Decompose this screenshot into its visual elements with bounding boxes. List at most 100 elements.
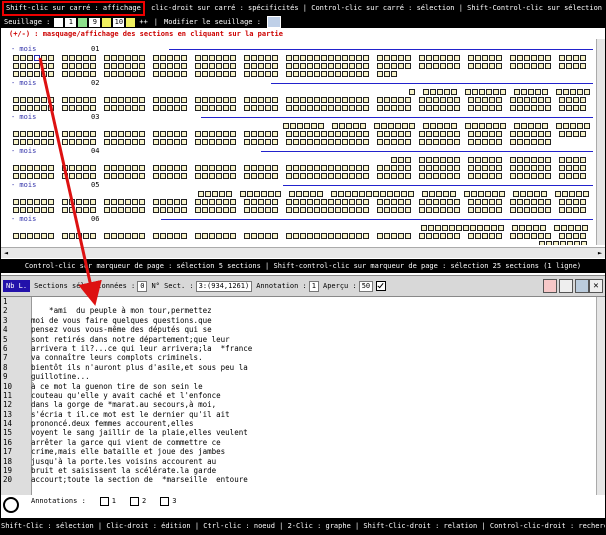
section-square[interactable] (468, 97, 474, 103)
section-square[interactable] (160, 105, 166, 111)
section-square[interactable] (174, 207, 180, 213)
section-square[interactable] (62, 105, 68, 111)
section-square[interactable] (335, 97, 341, 103)
annotation-box-2[interactable] (130, 496, 140, 506)
section-square[interactable] (20, 97, 26, 103)
section-square[interactable] (20, 131, 26, 137)
section-square[interactable] (356, 131, 362, 137)
section-square[interactable] (307, 139, 313, 145)
section-square[interactable] (202, 105, 208, 111)
section-square[interactable] (258, 165, 264, 171)
section-square[interactable] (209, 173, 215, 179)
section-square[interactable] (307, 233, 313, 239)
section-square[interactable] (240, 191, 246, 197)
section-square[interactable] (174, 63, 180, 69)
section-square[interactable] (230, 165, 236, 171)
section-square[interactable] (181, 105, 187, 111)
section-square[interactable] (398, 173, 404, 179)
section-square[interactable] (167, 173, 173, 179)
section-square[interactable] (545, 105, 551, 111)
section-square[interactable] (422, 191, 428, 197)
section-square[interactable] (118, 233, 124, 239)
section-square[interactable] (244, 165, 250, 171)
section-square[interactable] (482, 199, 488, 205)
section-square[interactable] (198, 191, 204, 197)
section-square[interactable] (559, 131, 565, 137)
section-square[interactable] (230, 63, 236, 69)
section-square[interactable] (349, 105, 355, 111)
section-square[interactable] (125, 55, 131, 61)
section-square[interactable] (251, 97, 257, 103)
section-square[interactable] (433, 165, 439, 171)
section-square[interactable] (580, 131, 586, 137)
section-square[interactable] (90, 63, 96, 69)
section-square[interactable] (69, 97, 75, 103)
section-square[interactable] (437, 89, 443, 95)
section-square[interactable] (181, 139, 187, 145)
section-square[interactable] (512, 225, 518, 231)
section-square[interactable] (436, 191, 442, 197)
section-square[interactable] (384, 173, 390, 179)
section-square[interactable] (265, 63, 271, 69)
section-square[interactable] (48, 173, 54, 179)
section-square[interactable] (535, 123, 541, 129)
section-square[interactable] (538, 173, 544, 179)
section-square[interactable] (48, 165, 54, 171)
section-square[interactable] (335, 55, 341, 61)
section-square[interactable] (573, 55, 579, 61)
section-square[interactable] (76, 199, 82, 205)
section-square[interactable] (216, 173, 222, 179)
annotation-box-3[interactable] (160, 496, 170, 506)
section-square[interactable] (384, 71, 390, 77)
section-square[interactable] (111, 207, 117, 213)
section-square[interactable] (447, 173, 453, 179)
section-square[interactable] (468, 55, 474, 61)
section-square[interactable] (230, 173, 236, 179)
section-square[interactable] (34, 233, 40, 239)
section-square[interactable] (356, 63, 362, 69)
section-square[interactable] (384, 55, 390, 61)
section-square[interactable] (342, 207, 348, 213)
section-square[interactable] (153, 71, 159, 77)
section-square[interactable] (499, 191, 505, 197)
section-square[interactable] (475, 105, 481, 111)
section-square[interactable] (76, 173, 82, 179)
section-square[interactable] (510, 207, 516, 213)
section-square[interactable] (489, 131, 495, 137)
section-square[interactable] (181, 55, 187, 61)
section-square[interactable] (538, 139, 544, 145)
section-square[interactable] (335, 71, 341, 77)
section-square[interactable] (335, 207, 341, 213)
section-square[interactable] (76, 207, 82, 213)
section-square[interactable] (153, 55, 159, 61)
section-square[interactable] (83, 165, 89, 171)
section-square[interactable] (314, 63, 320, 69)
section-square[interactable] (209, 131, 215, 137)
section-square[interactable] (531, 157, 537, 163)
section-square[interactable] (409, 89, 415, 95)
section-square[interactable] (27, 139, 33, 145)
section-square[interactable] (479, 89, 485, 95)
section-square[interactable] (62, 207, 68, 213)
section-square[interactable] (419, 165, 425, 171)
section-square[interactable] (90, 233, 96, 239)
section-square[interactable] (321, 55, 327, 61)
section-square[interactable] (104, 139, 110, 145)
section-square[interactable] (318, 123, 324, 129)
section-square[interactable] (328, 207, 334, 213)
section-square[interactable] (195, 71, 201, 77)
section-square[interactable] (321, 139, 327, 145)
section-square[interactable] (569, 191, 575, 197)
section-square[interactable] (545, 97, 551, 103)
section-square[interactable] (475, 97, 481, 103)
section-square[interactable] (265, 105, 271, 111)
section-square[interactable] (519, 225, 525, 231)
section-square[interactable] (314, 131, 320, 137)
section-square[interactable] (111, 97, 117, 103)
section-square[interactable] (223, 97, 229, 103)
section-square[interactable] (456, 225, 462, 231)
section-square[interactable] (118, 173, 124, 179)
section-square[interactable] (104, 97, 110, 103)
section-square[interactable] (524, 139, 530, 145)
section-square[interactable] (391, 199, 397, 205)
